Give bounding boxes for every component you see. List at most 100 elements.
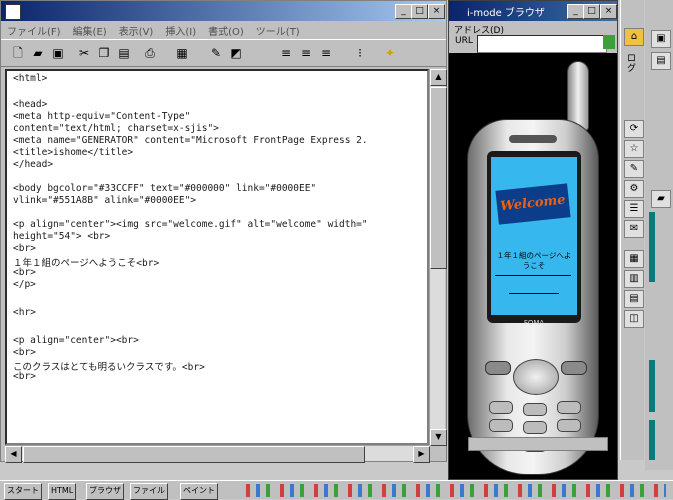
- code-line: <br>: [13, 267, 36, 278]
- lightbulb-icon[interactable]: ✦: [381, 45, 399, 62]
- horizontal-rule: [495, 275, 571, 276]
- settings-icon[interactable]: ⚙: [624, 180, 644, 198]
- teal-strip: [649, 360, 655, 412]
- menu-insert[interactable]: 挿入(I): [159, 21, 202, 40]
- phone-simulator-window: i-mode ブラウザ _ □ × アドレス(D) URL Welcome １年…: [448, 0, 618, 480]
- key-5[interactable]: [523, 421, 547, 434]
- teal-strip: [649, 420, 655, 460]
- teal-strip: [649, 212, 655, 282]
- task-files[interactable]: ファイル: [130, 483, 168, 500]
- tool-icon[interactable]: ▣: [651, 30, 671, 48]
- code-line: <html>: [13, 73, 48, 84]
- horizontal-scroll-thumb[interactable]: [23, 446, 365, 463]
- open-icon[interactable]: ▰: [29, 45, 47, 62]
- code-line: height="54"> <br>: [13, 231, 111, 242]
- key-4[interactable]: [489, 419, 513, 432]
- right-soft-key[interactable]: [561, 361, 587, 375]
- editor-title-bar[interactable]: _ □ ×: [1, 1, 446, 21]
- list-icon[interactable]: ☰: [624, 200, 644, 218]
- chart-icon[interactable]: ▥: [624, 270, 644, 288]
- direction-pad[interactable]: [513, 359, 559, 395]
- menu-tools[interactable]: ツール(T): [250, 21, 306, 40]
- image-list-icon[interactable]: ▤: [624, 290, 644, 308]
- refresh-icon[interactable]: ⟳: [624, 120, 644, 138]
- vertical-log-label: ログ: [627, 54, 637, 74]
- align-center-icon[interactable]: ≡: [297, 45, 315, 62]
- folder-icon[interactable]: ▰: [651, 190, 671, 208]
- scroll-left-icon[interactable]: ◀: [5, 446, 22, 463]
- code-line: <p align="center"><img src="welcome.gif"…: [13, 219, 368, 230]
- code-line: <hr>: [13, 307, 36, 318]
- taskbar: スタート HTML ブラウザ ファイル ペイント: [0, 480, 673, 500]
- home-icon[interactable]: ⌂: [624, 28, 644, 46]
- key-1[interactable]: [489, 401, 513, 414]
- code-line: </p>: [13, 279, 36, 290]
- code-line: <head>: [13, 99, 48, 110]
- task-html[interactable]: HTML: [48, 483, 77, 500]
- print-icon[interactable]: ⎙: [141, 45, 159, 62]
- edit-icon[interactable]: ✎: [624, 160, 644, 178]
- key-3[interactable]: [557, 401, 581, 414]
- scroll-thumb[interactable]: [430, 87, 447, 269]
- sim-maximize-icon[interactable]: □: [583, 4, 600, 19]
- code-line: </head>: [13, 159, 54, 170]
- mail-icon[interactable]: ✉: [624, 220, 644, 238]
- scroll-down-icon[interactable]: ▼: [430, 429, 447, 446]
- paste-icon[interactable]: ▤: [115, 45, 133, 62]
- code-line: <body bgcolor="#33CCFF" text="#000000" l…: [13, 183, 317, 194]
- code-line: <meta name="GENERATOR" content="Microsof…: [13, 135, 368, 146]
- maximize-icon[interactable]: □: [411, 4, 428, 19]
- simulator-address-bar: アドレス(D) URL: [449, 21, 617, 53]
- code-line: このクラスはとても明るいクラスです。<br>: [13, 362, 205, 373]
- code-line: vlink="#551A8B" alink="#0000EE">: [13, 195, 197, 206]
- notepad-icon: [5, 4, 21, 20]
- code-editor[interactable]: <html> <head> <meta http-equiv="Content-…: [5, 69, 429, 445]
- key-6[interactable]: [557, 419, 581, 432]
- minimize-icon[interactable]: _: [395, 4, 412, 19]
- url-label: URL: [455, 36, 473, 46]
- url-input[interactable]: [477, 35, 607, 53]
- task-paint[interactable]: ペイント: [180, 483, 218, 500]
- window-icon[interactable]: ◫: [624, 310, 644, 328]
- go-icon[interactable]: [603, 35, 615, 49]
- task-browser[interactable]: ブラウザ: [86, 483, 124, 500]
- close-icon[interactable]: ×: [428, 4, 445, 19]
- left-soft-key[interactable]: [485, 361, 511, 375]
- menu-edit[interactable]: 編集(E): [67, 21, 113, 40]
- copy-icon[interactable]: ❐: [95, 45, 113, 62]
- scroll-up-icon[interactable]: ▲: [430, 69, 447, 86]
- bullet-icon[interactable]: ⁝: [351, 45, 369, 62]
- cut-icon[interactable]: ✂: [75, 45, 93, 62]
- menu-file[interactable]: ファイル(F): [1, 21, 67, 40]
- new-icon[interactable]: 🗋: [9, 45, 27, 62]
- sim-minimize-icon[interactable]: _: [567, 4, 584, 19]
- grid-icon[interactable]: ▦: [624, 250, 644, 268]
- quick-launch-tray[interactable]: [236, 484, 666, 497]
- phone-speaker: [509, 135, 557, 143]
- menu-format[interactable]: 書式(O): [202, 21, 250, 40]
- align-left-icon[interactable]: ≡: [277, 45, 295, 62]
- simulator-status-bar: [468, 437, 608, 451]
- editor-toolbar: 🗋 ▰ ▣ ✂ ❐ ▤ ⎙ ▦ ✎ ◩ ≡ ≡ ≡ ⁝ ✦: [1, 39, 446, 67]
- key-2[interactable]: [523, 403, 547, 416]
- menu-view[interactable]: 表示(V): [113, 21, 160, 40]
- phone-screen[interactable]: Welcome １年１組のページへようこそ: [491, 157, 577, 315]
- code-line: <title>ishome</title>: [13, 147, 134, 158]
- simulator-title: i-mode ブラウザ: [467, 8, 545, 19]
- image-icon[interactable]: ▦: [173, 45, 191, 62]
- horizontal-scrollbar[interactable]: ◀ ▶: [5, 445, 430, 463]
- sim-close-icon[interactable]: ×: [600, 4, 617, 19]
- book-icon[interactable]: ▤: [651, 52, 671, 70]
- picture-icon[interactable]: ◩: [227, 45, 245, 62]
- scroll-right-icon[interactable]: ▶: [413, 446, 430, 463]
- save-icon[interactable]: ▣: [49, 45, 67, 62]
- vertical-scrollbar[interactable]: ▲ ▼: [429, 69, 447, 446]
- code-line: <p align="center"><br>: [13, 335, 139, 346]
- start-button[interactable]: スタート: [4, 483, 42, 500]
- simulator-title-bar[interactable]: i-mode ブラウザ _ □ ×: [449, 1, 617, 21]
- bookmark-icon[interactable]: ☆: [624, 140, 644, 158]
- code-line: <br>: [13, 371, 36, 382]
- welcome-image: Welcome: [495, 183, 571, 225]
- align-right-icon[interactable]: ≡: [317, 45, 335, 62]
- pencil-icon[interactable]: ✎: [207, 45, 225, 62]
